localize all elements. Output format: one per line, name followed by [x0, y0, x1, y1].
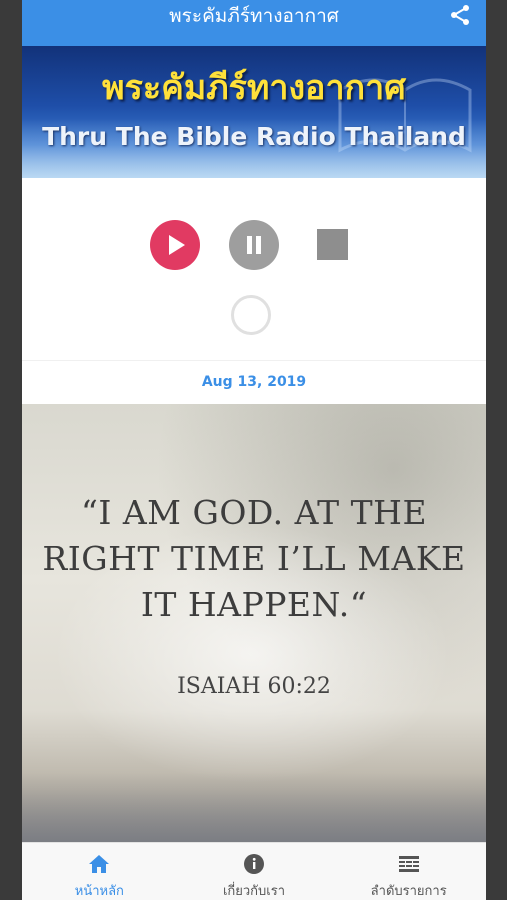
stop-button[interactable] [317, 229, 348, 260]
play-button[interactable] [150, 220, 200, 270]
pause-button[interactable] [229, 220, 279, 270]
tab-schedule[interactable]: ลำดับรายการ [331, 843, 486, 900]
bottom-tab-bar: หน้าหลัก เกี่ยวกับเรา ลำดับรายการ [22, 842, 486, 900]
home-icon [89, 855, 110, 873]
banner-thai-title: พระคัมภีร์ทางอากาศ [102, 68, 406, 108]
app-title: พระคัมภีร์ทางอากาศ [169, 5, 339, 27]
radio-banner: พระคัมภีร์ทางอากาศ Thru The Bible Radio … [22, 46, 486, 178]
info-icon [244, 854, 264, 874]
app-screen: พระคัมภีร์ทางอากาศ พระคัมภีร์ทางอากาศ Th… [22, 0, 486, 900]
episode-date: Aug 13, 2019 [22, 360, 486, 405]
share-icon[interactable] [448, 3, 472, 27]
tab-schedule-label: ลำดับรายการ [370, 884, 447, 899]
verse-reference: ISAIAH 60:22 [177, 674, 331, 699]
verse-quote: “I AM GOD. AT THE RIGHT TIME I’LL MAKE I… [42, 493, 466, 624]
verse-image: “I AM GOD. AT THE RIGHT TIME I’LL MAKE I… [22, 404, 486, 842]
tab-home[interactable]: หน้าหลัก [22, 843, 177, 900]
play-icon [169, 235, 185, 255]
app-bar: พระคัมภีร์ทางอากาศ [22, 0, 486, 46]
loading-spinner [231, 295, 271, 335]
tab-about-label: เกี่ยวกับเรา [222, 884, 286, 899]
tab-home-label: หน้าหลัก [74, 884, 124, 899]
pause-icon [247, 236, 261, 254]
verse-background-pages [22, 772, 486, 842]
audio-player [22, 178, 486, 360]
tab-about[interactable]: เกี่ยวกับเรา [177, 843, 332, 900]
banner-english-title: Thru The Bible Radio Thailand [42, 122, 466, 151]
schedule-list-icon [398, 856, 419, 872]
